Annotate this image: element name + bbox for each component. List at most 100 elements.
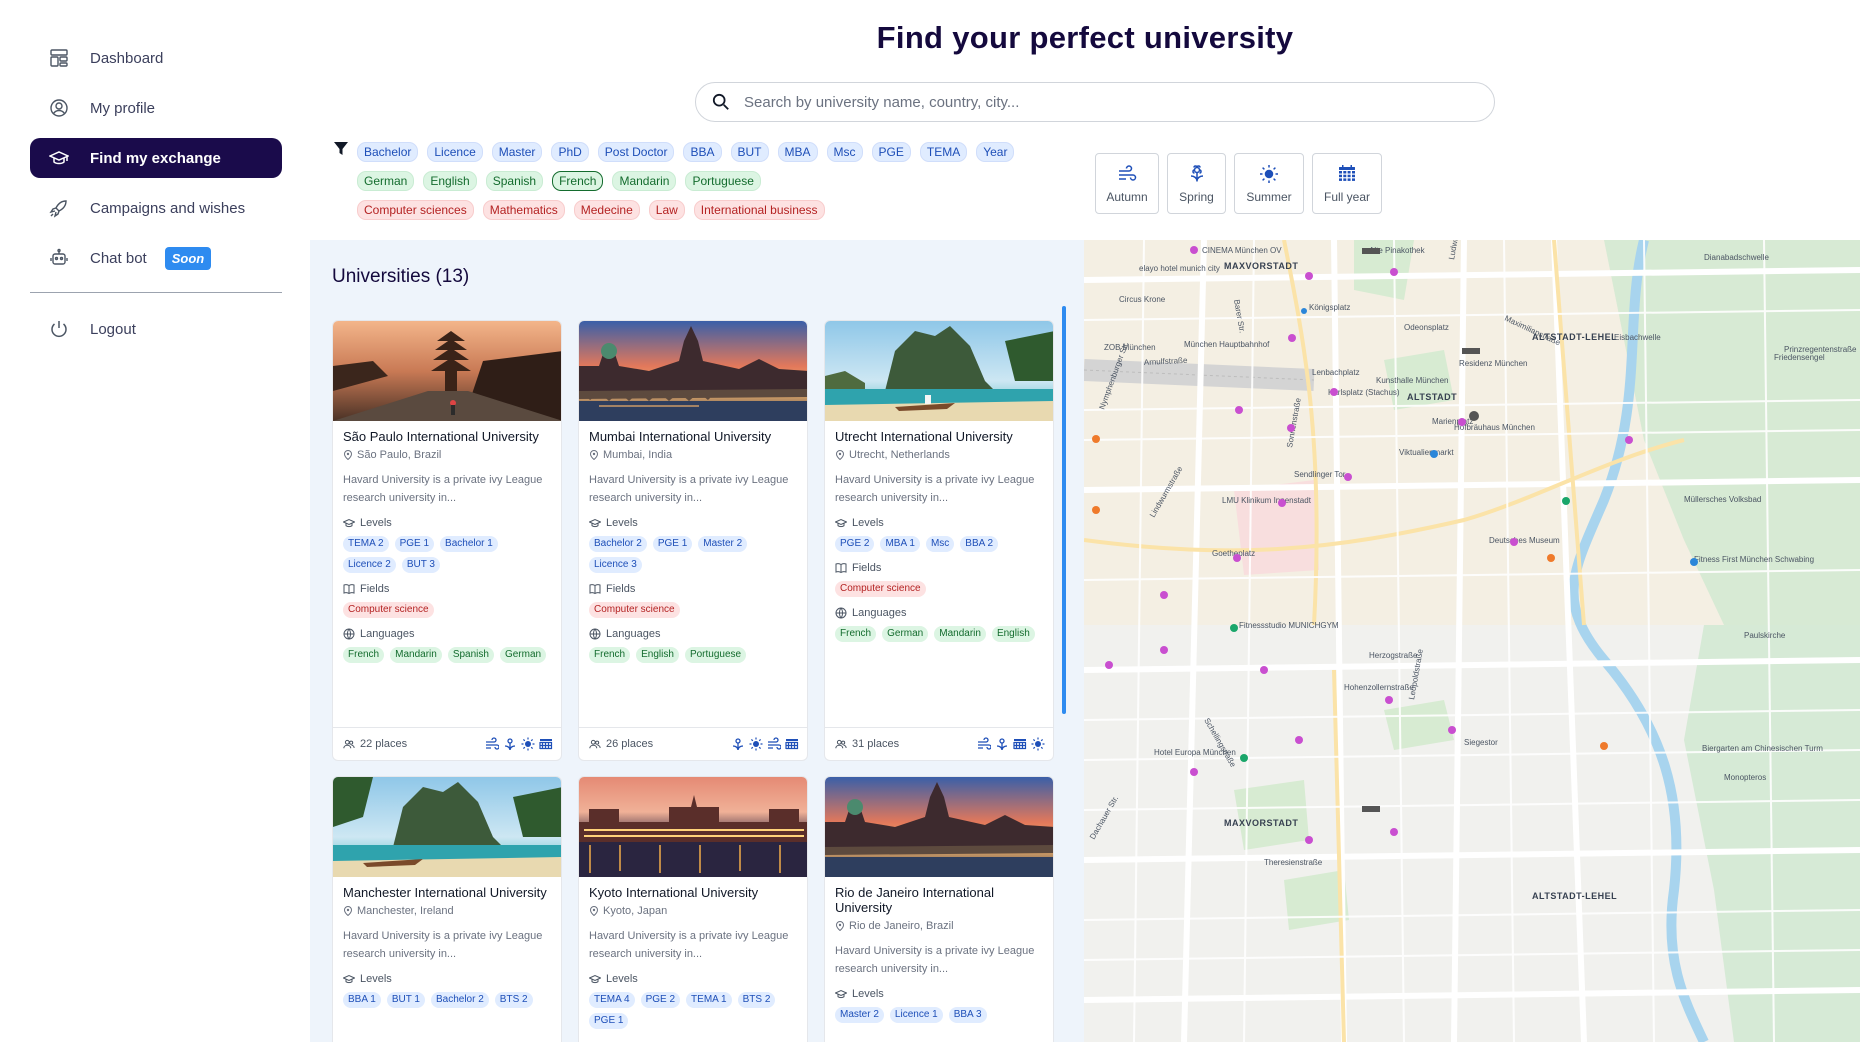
fields-label: Fields [835, 562, 1043, 574]
svg-text:Hofbräuhaus München: Hofbräuhaus München [1454, 423, 1535, 432]
list-scrollbar[interactable] [1062, 306, 1066, 714]
sidebar-item-label: My profile [90, 99, 156, 117]
graduation-cap-icon [343, 975, 355, 984]
season-spring-button[interactable]: Spring [1167, 153, 1226, 214]
sidebar-item-label: Dashboard [90, 49, 164, 67]
graduation-cap-icon [48, 147, 70, 169]
level-chip: Licence 3 [589, 557, 642, 573]
field-chip[interactable]: International business [693, 200, 825, 220]
level-chip: PGE 2 [835, 536, 875, 552]
sidebar-item-dashboard[interactable]: Dashboard [30, 38, 282, 78]
logout-label: Logout [90, 320, 136, 338]
svg-text:elayo hotel munich city: elayo hotel munich city [1139, 264, 1220, 273]
university-card[interactable]: Utrecht International University Utrecht… [824, 320, 1054, 761]
season-label: Autumn [1106, 189, 1148, 204]
level-chip[interactable]: Master [491, 142, 543, 162]
university-name[interactable]: Kyoto International University [589, 885, 797, 900]
language-chip: Mandarin [934, 626, 986, 642]
places-count: 22 places [343, 738, 407, 750]
level-chip[interactable]: Msc [826, 142, 863, 162]
language-chip: French [343, 647, 385, 663]
level-chip: PGE 1 [394, 536, 435, 552]
level-chip[interactable]: Licence [427, 142, 483, 162]
sidebar-item-find-my-exchange[interactable]: Find my exchange [30, 138, 282, 178]
level-chip: TEMA 1 [686, 992, 732, 1008]
levels-label: Levels [589, 517, 797, 529]
language-chip: Portuguese [684, 647, 747, 663]
users-icon [343, 739, 355, 749]
level-chip[interactable]: BBA [683, 142, 722, 162]
map[interactable]: MAXVORSTADT ALTSTADT-LEHEL ALTSTADT MAXV… [1084, 240, 1860, 1042]
svg-text:Odeonsplatz: Odeonsplatz [1404, 323, 1449, 332]
language-chip[interactable]: English [423, 171, 477, 191]
level-chip[interactable]: Bachelor [357, 142, 419, 162]
svg-text:Deutsches Museum: Deutsches Museum [1489, 536, 1560, 545]
users-icon [835, 739, 847, 749]
season-autumn-button[interactable]: Autumn [1095, 153, 1159, 214]
levels-label: Levels [343, 517, 551, 529]
svg-text:München Hauptbahnhof: München Hauptbahnhof [1184, 340, 1270, 349]
season-summer-button[interactable]: Summer [1234, 153, 1304, 214]
sun-icon [1031, 737, 1045, 751]
languages-label: Languages [343, 628, 551, 640]
university-image [825, 777, 1053, 877]
university-name[interactable]: Manchester International University [343, 885, 551, 900]
level-chip[interactable]: PhD [551, 142, 589, 162]
level-chip[interactable]: PGE [871, 142, 911, 162]
sidebar-item-chat-bot[interactable]: Chat bot Soon [30, 238, 282, 278]
search-bar[interactable] [695, 82, 1495, 122]
robot-icon [48, 247, 70, 269]
levels-chips: PGE 2 MBA 1 Msc BBA 2 [835, 536, 1043, 552]
university-card[interactable]: Rio de Janeiro International University … [824, 776, 1054, 1042]
level-chip[interactable]: BUT [730, 142, 769, 162]
level-chip: TEMA 2 [343, 536, 389, 552]
wind-icon [977, 737, 991, 750]
level-chip[interactable]: TEMA [919, 142, 968, 162]
university-card[interactable]: Kyoto International University Kyoto, Ja… [578, 776, 808, 1042]
university-name[interactable]: São Paulo International University [343, 429, 551, 444]
sidebar-item-campaigns-and-wishes[interactable]: Campaigns and wishes [30, 188, 282, 228]
language-chip[interactable]: Mandarin [612, 171, 677, 191]
sidebar-item-my-profile[interactable]: My profile [30, 88, 282, 128]
level-chip: Master 2 [698, 536, 748, 552]
level-chip[interactable]: MBA [777, 142, 818, 162]
university-name[interactable]: Utrecht International University [835, 429, 1043, 444]
language-chip[interactable]: German [357, 171, 415, 191]
levels-chips: BBA 1 BUT 1 Bachelor 2 BTS 2 [343, 992, 551, 1008]
levels-label: Levels [835, 517, 1043, 529]
logout-button[interactable]: Logout [30, 309, 282, 349]
card-footer: 22 places [333, 727, 561, 760]
university-card[interactable]: Mumbai International University Mumbai, … [578, 320, 808, 761]
season-filters: Autumn Spring Summer Full year [1095, 153, 1382, 214]
university-card[interactable]: Manchester International University Manc… [332, 776, 562, 1042]
university-card[interactable]: São Paulo International University São P… [332, 320, 562, 761]
language-chip[interactable]: Portuguese [685, 171, 761, 191]
field-chip[interactable]: Medecine [573, 200, 640, 220]
field-chip[interactable]: Law [648, 200, 685, 220]
map-district-label: ALTSTADT-LEHEL [1532, 891, 1617, 901]
university-name[interactable]: Mumbai International University [589, 429, 797, 444]
language-filter-chips: German English Spanish French Mandarin P… [357, 171, 761, 191]
university-location: Mumbai, India [589, 449, 797, 461]
sun-icon [521, 737, 535, 751]
svg-text:Prinzregentenstraße: Prinzregentenstraße [1784, 345, 1857, 354]
field-chip[interactable]: Mathematics [482, 200, 565, 220]
svg-text:Königsplatz: Königsplatz [1309, 303, 1350, 312]
university-description: Havard University is a private ivy Leagu… [589, 474, 789, 504]
sidebar-nav: Dashboard My profile Find my exchange Ca… [30, 38, 282, 359]
svg-text:Residenz München: Residenz München [1459, 359, 1527, 368]
season-full-year-button[interactable]: Full year [1312, 153, 1382, 214]
field-chip[interactable]: Computer sciences [357, 200, 474, 220]
wind-icon [1119, 164, 1137, 181]
university-name[interactable]: Rio de Janeiro International University [835, 885, 1043, 915]
map-district-label: MAXVORSTADT [1224, 818, 1298, 828]
languages-label: Languages [589, 628, 797, 640]
language-chip-selected[interactable]: French [552, 171, 604, 191]
language-chip[interactable]: Spanish [485, 171, 544, 191]
fields-chips: Computer science [589, 602, 797, 618]
filter-icon[interactable] [333, 141, 349, 157]
level-chip[interactable]: Post Doctor [597, 142, 675, 162]
search-input[interactable] [744, 93, 1444, 111]
level-chip[interactable]: Year [976, 142, 1015, 162]
card-footer: 31 places [825, 727, 1053, 760]
